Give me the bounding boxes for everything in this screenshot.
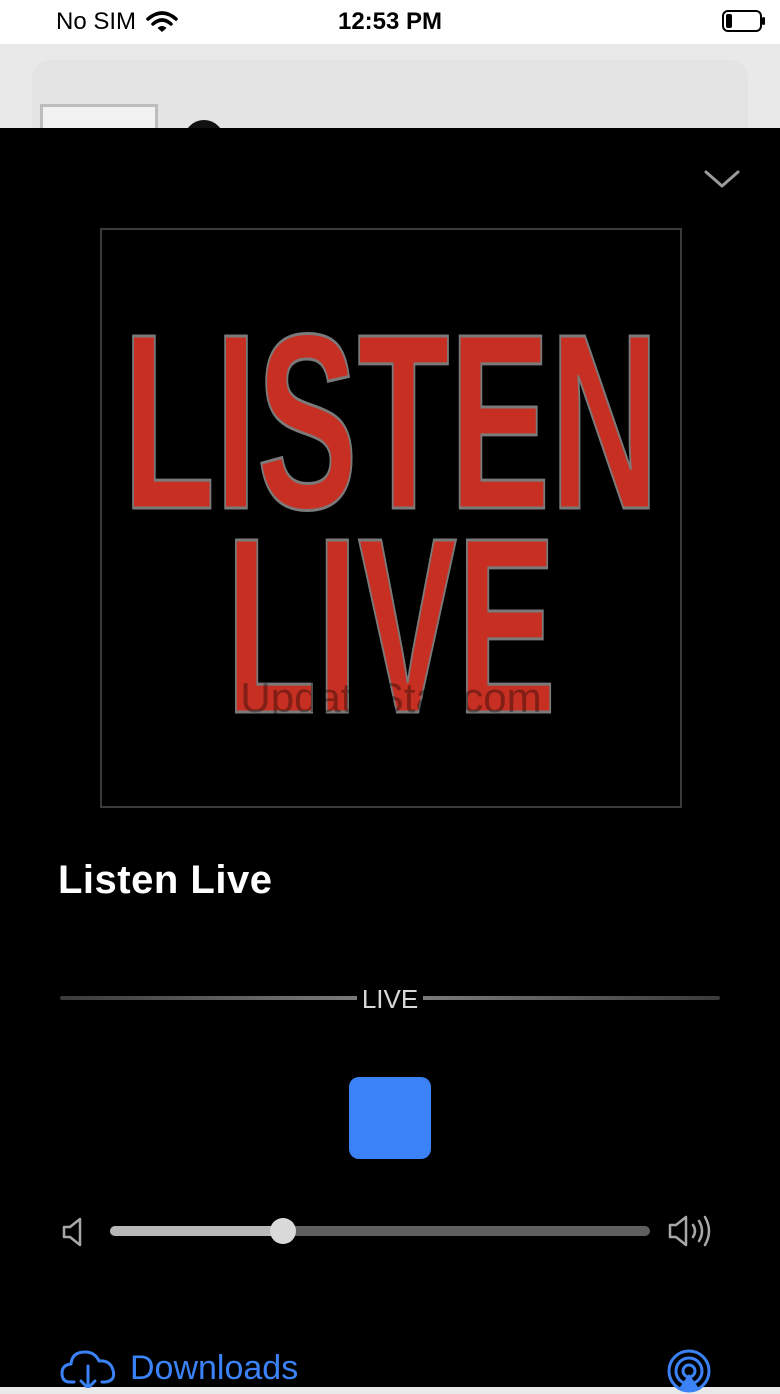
now-playing-sheet: LISTEN LIVE UpdateStar.com Listen Live L… [0, 128, 780, 1393]
downloads-button[interactable]: Downloads [60, 1348, 298, 1388]
volume-slider[interactable] [110, 1218, 650, 1244]
volume-thumb[interactable] [269, 1218, 296, 1244]
downloads-label: Downloads [130, 1348, 299, 1387]
airplay-icon[interactable] [666, 1348, 712, 1394]
status-bar: No SIM 12:53 PM [0, 0, 780, 44]
chevron-down-icon[interactable] [700, 162, 744, 194]
artwork-line2: LIVE [226, 486, 556, 765]
live-indicator: LIVE [361, 984, 419, 1014]
volume-fill [110, 1226, 283, 1236]
speaker-high-icon [668, 1215, 711, 1247]
cloud-download-icon [60, 1350, 116, 1388]
album-artwork: LISTEN LIVE UpdateStar.com [100, 228, 682, 808]
stop-button[interactable] [349, 1077, 431, 1159]
speaker-low-icon [62, 1217, 82, 1247]
clock: 12:53 PM [337, 8, 443, 35]
battery-icon [722, 10, 765, 32]
track-title: Listen Live [58, 858, 273, 902]
watermark: UpdateStar.com [240, 674, 541, 721]
